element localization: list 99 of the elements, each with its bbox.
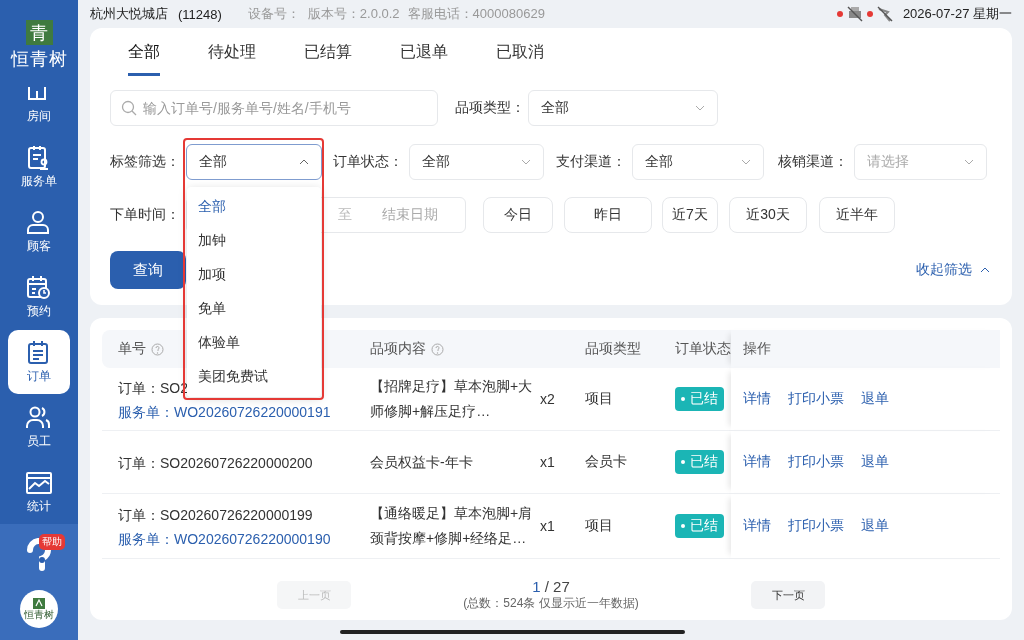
order-number: 订单：SO20260726220000199 (118, 507, 313, 525)
action-link[interactable]: 打印小票 (788, 453, 844, 471)
item-type: 项目 (585, 517, 614, 535)
brand-name: 恒青树 (10, 48, 68, 70)
nav-item[interactable]: 订单 (8, 330, 70, 394)
end-date-placeholder: 结束日期 (382, 206, 438, 224)
field-label: 支付渠道： (556, 153, 626, 171)
total-summary: (总数：524条 仅显示近一年数据) (463, 595, 639, 612)
nav-item[interactable]: 服务单 (8, 135, 70, 199)
nav-item[interactable]: 房间 (8, 70, 70, 134)
column-header: 品项类型 (585, 340, 641, 358)
store-code: (11248) (178, 6, 222, 22)
help-badge[interactable]: 帮助 (39, 534, 65, 550)
column-header: 单号 (118, 340, 164, 358)
hotline: 客服电话：4000080629 (407, 5, 545, 23)
quick-range-button[interactable]: 近7天 (662, 197, 718, 233)
search-icon (121, 100, 137, 116)
select-placeholder: 请选择 (867, 153, 909, 171)
dropdown-option[interactable]: 体验单 (187, 326, 321, 360)
select-value: 全部 (541, 99, 569, 117)
action-link[interactable]: 详情 (743, 453, 771, 471)
quantity: x1 (540, 518, 556, 534)
printer-off-icon (845, 5, 864, 23)
help-icon (151, 342, 164, 356)
caret-down-icon (741, 159, 751, 165)
field-label: 品项类型： (455, 99, 525, 117)
people-icon (25, 404, 53, 430)
service-order-link[interactable]: 服务单：WO20260726220000190 (118, 531, 331, 549)
next-page-button[interactable]: 下一页 (751, 581, 825, 609)
service-order-link[interactable]: 服务单：WO20260726220000191 (118, 404, 331, 422)
item-content: 【通络暖足】草本泡脚+肩颈背按摩+修脚+经络足… (370, 504, 534, 548)
select-field[interactable]: 全部 (632, 144, 764, 180)
field-label: 核销渠道： (778, 153, 848, 171)
query-button[interactable]: 查询 (110, 251, 186, 289)
date-text: 2026-07-27 星期一 (902, 5, 1012, 23)
caret-down-icon (964, 159, 974, 165)
nav-item[interactable]: 员工 (8, 395, 70, 459)
action-link[interactable]: 退单 (861, 453, 889, 471)
collapse-link[interactable]: 收起筛选 (916, 261, 990, 279)
app-version: 版本号：2.0.0.2 (307, 5, 400, 23)
item-content: 会员权益卡-年卡 (370, 452, 474, 472)
range-separator: 至 (338, 206, 352, 224)
column-header: 操作 (731, 330, 1000, 368)
field-label: 订单状态： (333, 153, 403, 171)
search-field[interactable]: 输入订单号/服务单号/姓名/手机号 (110, 90, 438, 126)
calendar-icon (25, 274, 53, 300)
tab[interactable]: 已取消 (496, 28, 544, 76)
action-link[interactable]: 退单 (861, 390, 889, 408)
select-value: 全部 (199, 153, 227, 171)
help-icon (431, 342, 444, 356)
action-link[interactable]: 详情 (743, 390, 771, 408)
caret-down-icon (521, 159, 531, 165)
status-badge: 已结 (675, 514, 724, 538)
chart-icon (25, 469, 53, 495)
scanner-off-icon (875, 5, 894, 23)
tab[interactable]: 已退单 (400, 28, 448, 76)
status-badge: 已结 (675, 450, 724, 474)
status-badge: 已结 (675, 387, 724, 411)
nav-item[interactable]: 统计 (8, 460, 70, 524)
page-number: 1 / 27 (532, 578, 570, 595)
action-link[interactable]: 打印小票 (788, 390, 844, 408)
quick-range-button[interactable]: 近半年 (819, 197, 895, 233)
tab[interactable]: 已结算 (304, 28, 352, 76)
caret-down-icon (695, 105, 705, 111)
nav-item[interactable]: 预约 (8, 265, 70, 329)
field-label: 标签筛选： (110, 153, 180, 171)
field-label: 下单时间： (110, 206, 180, 224)
quantity: x1 (540, 454, 556, 470)
device-label: 设备号： (247, 5, 300, 23)
quick-range-button[interactable]: 今日 (483, 197, 553, 233)
item-type: 项目 (585, 390, 614, 408)
caret-up-icon (980, 267, 990, 273)
dropdown-option[interactable]: 免单 (187, 292, 321, 326)
caret-up-icon (299, 159, 309, 165)
select-field[interactable]: 全部 (528, 90, 718, 126)
avatar-text: 恒青树 (24, 609, 54, 620)
select-value: 全部 (422, 153, 450, 171)
quantity: x2 (540, 391, 556, 407)
tag-select[interactable]: 全部 (186, 144, 322, 180)
action-link[interactable]: 详情 (743, 517, 771, 535)
order-number: 订单：SO20260726220000200 (118, 455, 313, 473)
column-header: 订单状态 (675, 340, 731, 358)
tab[interactable]: 全部 (128, 28, 160, 76)
dropdown-option[interactable]: 加项 (187, 258, 321, 292)
logo-mark: 青 (25, 20, 53, 45)
column-header: 品项内容 (370, 340, 444, 358)
tab[interactable]: 待处理 (208, 28, 256, 76)
select-value: 全部 (645, 153, 673, 171)
action-link[interactable]: 打印小票 (788, 517, 844, 535)
dropdown-option[interactable]: 美团免费试 (187, 360, 321, 394)
store-name: 杭州大悦城店 (90, 5, 168, 23)
select-field[interactable]: 全部 (409, 144, 544, 180)
store-avatar[interactable]: 恒青树 (20, 590, 58, 628)
item-content: 【招牌足疗】草本泡脚+大师修脚+解压足疗… (370, 377, 534, 421)
quick-range-button[interactable]: 近30天 (729, 197, 807, 233)
item-type: 会员卡 (585, 453, 628, 471)
nav-item[interactable]: 顾客 (8, 200, 70, 264)
quick-range-button[interactable]: 昨日 (564, 197, 652, 233)
action-link[interactable]: 退单 (861, 517, 889, 535)
